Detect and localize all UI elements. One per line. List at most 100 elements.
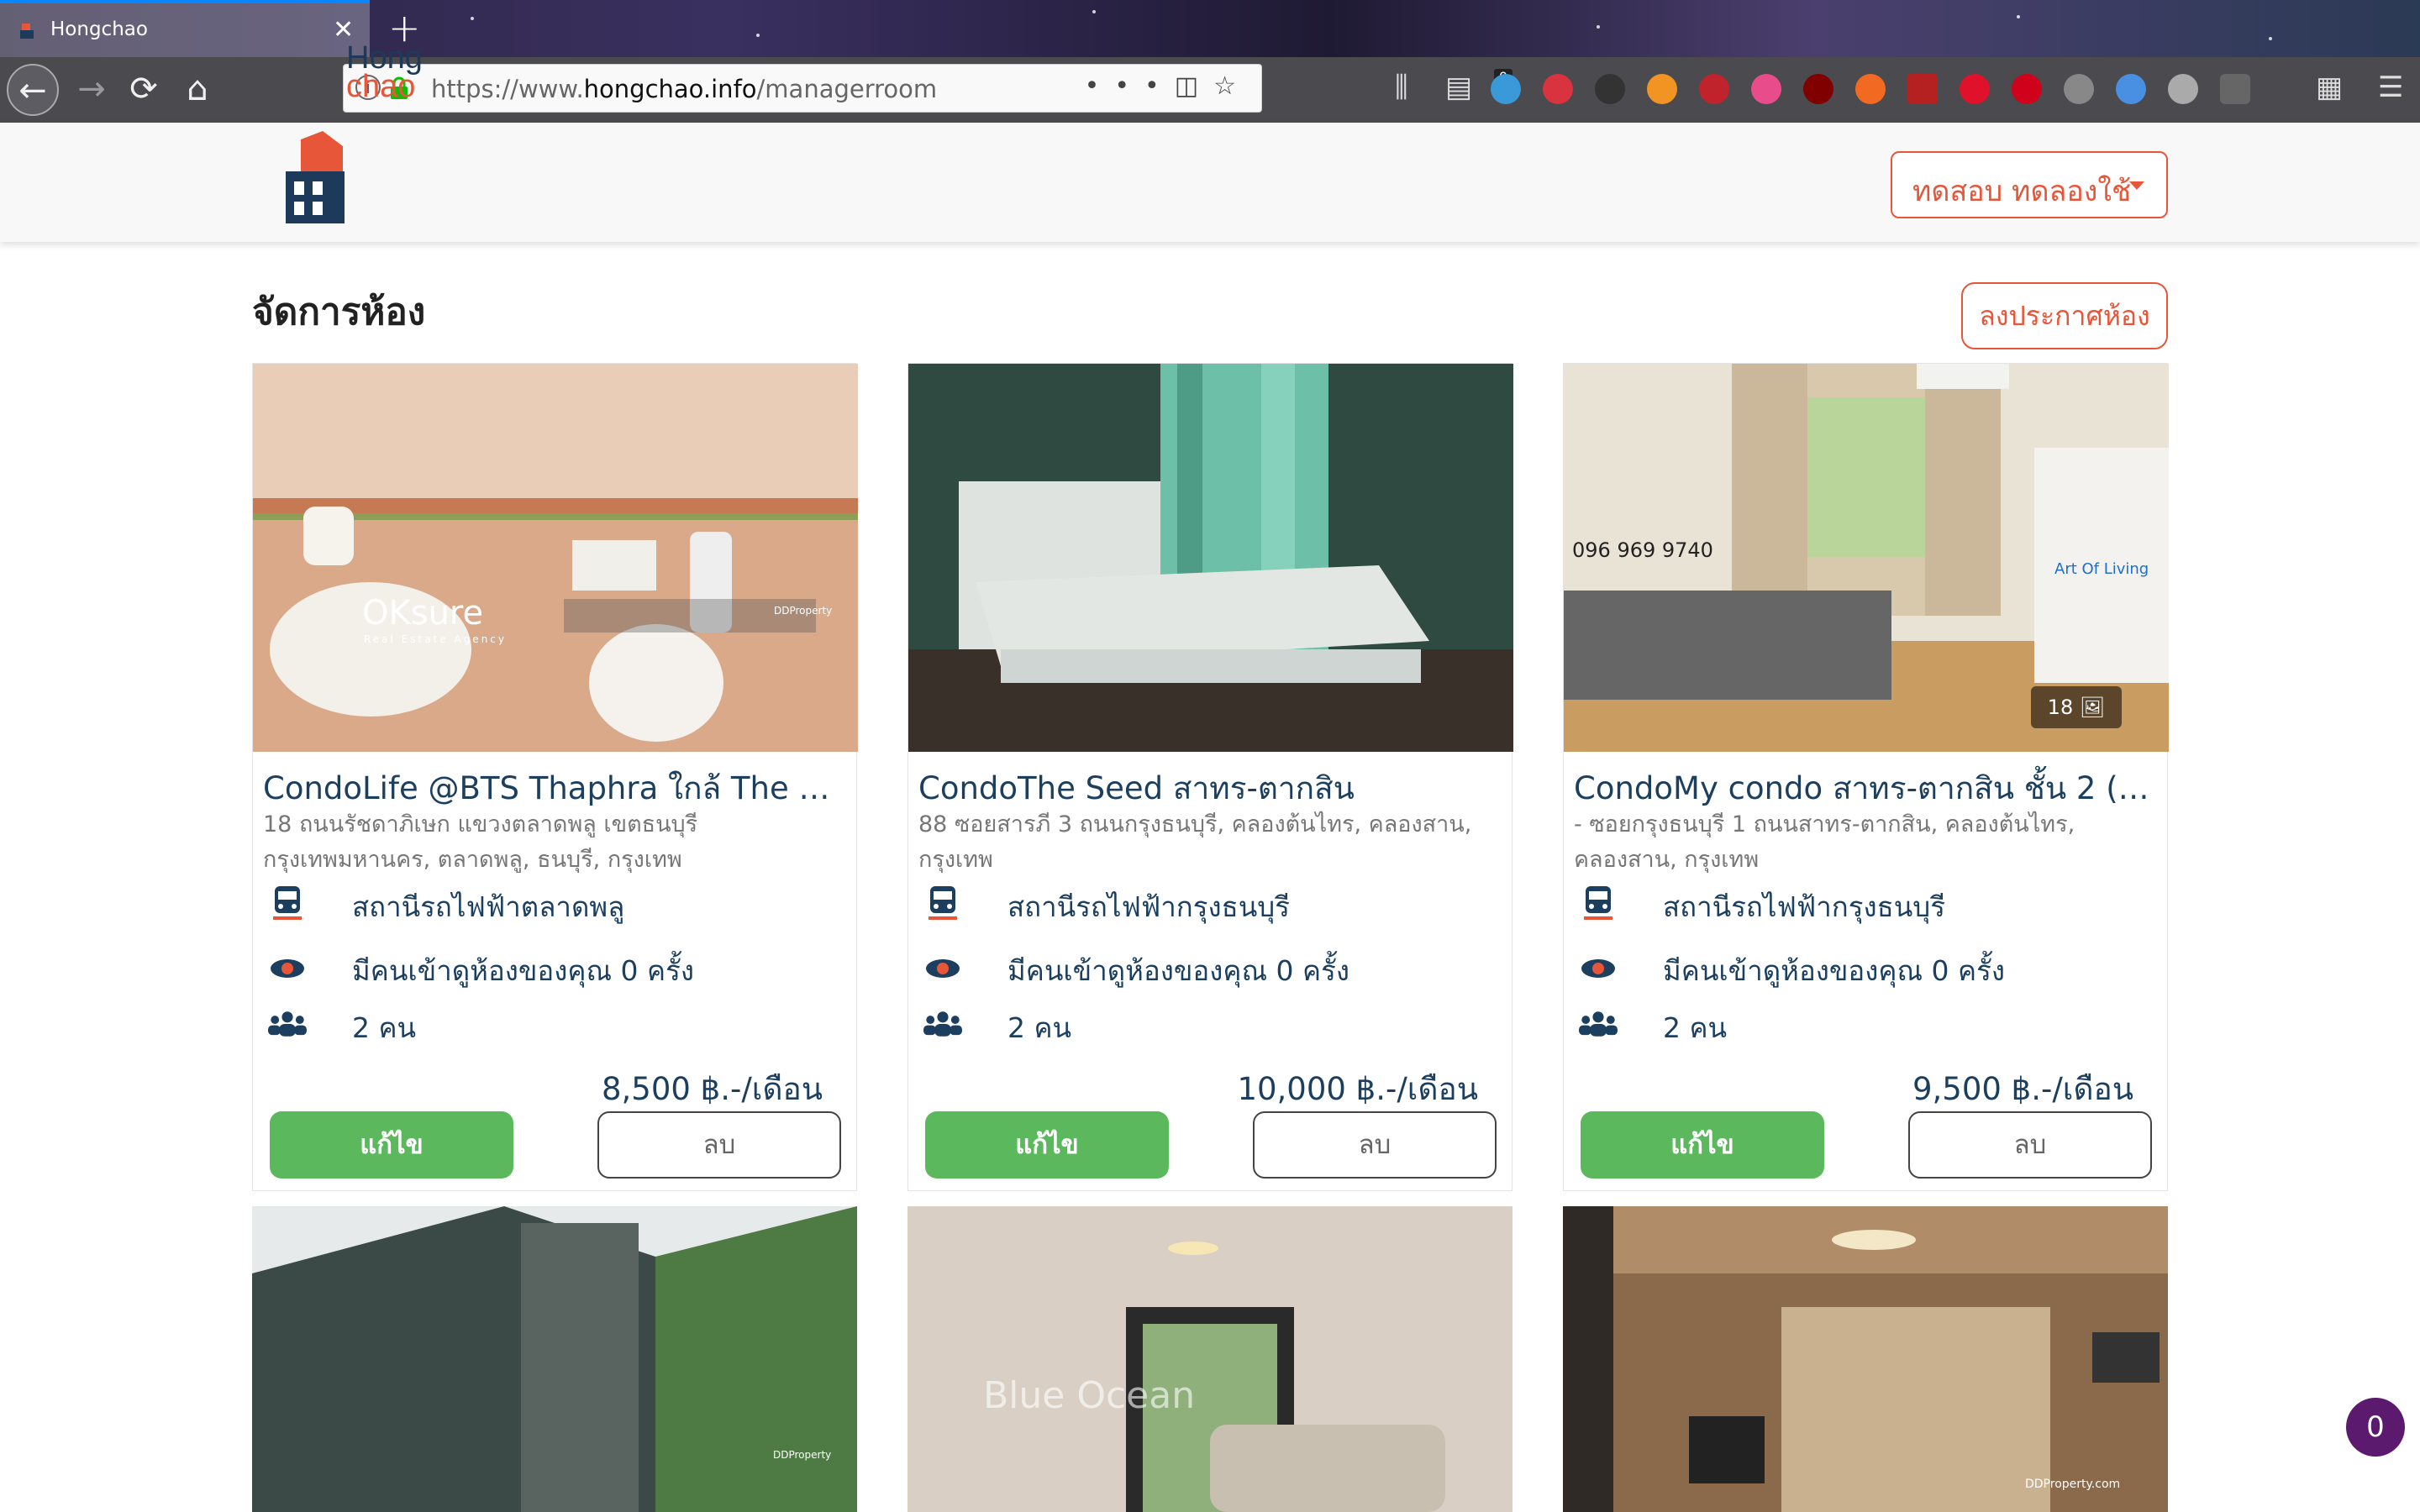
forward-icon[interactable]: → [66,64,118,116]
page-title: จัดการห้อง [252,291,426,333]
ddproperty-watermark: DDProperty [774,605,832,617]
room-photo[interactable]: DDProperty.com [1563,1206,2168,1512]
capacity: 2 คน [1663,1011,1728,1044]
extension-o-icon[interactable] [1960,74,1990,104]
url-domain: hongchao.info [583,75,757,103]
extension-orange-icon[interactable] [1647,74,1677,104]
apartment-photo: Blue Ocean [908,1206,1512,1512]
bookmark-star-icon[interactable]: ☆ [1213,71,1251,101]
home-icon[interactable]: ⌂ [171,64,224,116]
bg-star [1597,25,1600,29]
photo-count-badge[interactable]: 18 🖼 [2031,686,2122,728]
extension-dark-icon[interactable] [1595,74,1625,104]
site-favicon-icon [20,24,34,39]
train-icon [273,886,302,920]
room-photo[interactable] [908,364,1513,752]
room-title[interactable]: CondoMy condo สาทร-ตากสิน ชั้น 2 (AO... [1574,764,2159,813]
room-photo[interactable]: OKsure Real Estate Agency DDProperty [253,364,858,752]
room-price: 8,500 ฿.-/เดือน [602,1071,823,1107]
condo-interior-photo: DDProperty.com [1563,1206,2168,1512]
room-address: - ซอยกรุงธนบุรี 1 ถนนสาทร-ตากสิน, คลองต้… [1574,811,2075,873]
train-icon [929,886,957,920]
oksure-sub-watermark: Real Estate Agency [364,633,507,645]
room-title[interactable]: CondoLife @BTS Thaphra ใกล้ The Mall [263,764,848,813]
room-card: OKsure Real Estate Agency DDProperty Con… [252,363,858,1191]
room-card: CondoThe Seed สาทร-ตากสิน 88 ซอยสารภี 3 … [908,363,1513,1191]
edit-button[interactable]: แก้ไข [1581,1111,1824,1179]
github-icon[interactable] [2168,74,2198,104]
eye-icon [1581,959,1615,978]
ddproperty-watermark: DDProperty [773,1449,831,1461]
delete-button[interactable]: ลบ [1253,1111,1497,1179]
tab-title: Hongchao [50,18,148,40]
station-name: สถานีรถไฟฟ้ากรุงธนบุรี [1663,890,1945,923]
extension-heart-icon[interactable] [1751,74,1781,104]
building-photo: DDProperty [252,1206,857,1512]
room-photo[interactable]: 096 969 9740 Art Of Living 18 🖼 [1564,364,2169,752]
edit-button[interactable]: แก้ไข [270,1111,513,1179]
browser-tab-active[interactable]: Hongchao ✕ [0,0,370,57]
bg-star [2017,15,2020,18]
view-count: มีคนเข้าดูห้องของคุณ 0 ครั้ง [1007,954,1349,987]
address-bar[interactable]: i https://www.hongchao.info/managerroom … [343,64,1262,113]
hongchao-logo-icon[interactable] [282,131,425,232]
user-menu-dropdown[interactable]: ทดสอบ ทดลองใช้ [1891,151,2168,218]
room-card: 096 969 9740 Art Of Living 18 🖼 CondoMy … [1563,363,2169,1191]
delete-button[interactable]: ลบ [597,1111,841,1179]
ddproperty-watermark: DDProperty.com [2025,1478,2120,1491]
url-prefix: https://www. [431,75,584,103]
back-icon[interactable]: ← [7,64,59,116]
room-photo[interactable]: DDProperty [252,1206,857,1512]
extension-screenshot-icon[interactable] [2220,74,2250,104]
art-of-living-watermark: Art Of Living [2054,560,2149,578]
blue-ocean-watermark: Blue Ocean [983,1374,1195,1417]
bg-star [471,17,474,20]
capacity: 2 คน [1007,1011,1072,1044]
station-name: สถานีรถไฟฟ้ากรุงธนบุรี [1007,890,1290,923]
capacity: 2 คน [352,1011,417,1044]
block-icon[interactable] [2012,74,2042,104]
chat-widget-button[interactable]: 0 [2346,1398,2405,1457]
room-price: 9,500 ฿.-/เดือน [1912,1071,2133,1107]
bg-star [2269,37,2272,40]
bg-star [1092,10,1096,13]
pocket-icon[interactable]: ◫ [1175,71,1213,101]
post-room-button[interactable]: ลงประกาศห้อง [1961,282,2168,349]
adblock-icon[interactable] [1699,74,1729,104]
page-actions: •••◫☆ [1085,71,1251,101]
delete-button[interactable]: ลบ [1908,1111,2152,1179]
train-icon [1584,886,1612,920]
extension-red-icon[interactable] [1543,74,1573,104]
people-icon [1579,1011,1618,1037]
room-title[interactable]: CondoThe Seed สาทร-ตากสิน [918,764,1503,813]
bedroom-photo [908,364,1513,752]
phone-watermark: 096 969 9740 [1572,538,1713,562]
ublock-icon[interactable] [1803,74,1833,104]
image-icon: 🖼 [2079,696,2106,719]
reload-icon[interactable]: ⟳ [118,64,170,116]
extension-blue-icon[interactable] [1491,74,1521,104]
people-icon [268,1011,307,1037]
sidebar-icon[interactable]: ▤ [1445,71,1472,104]
caret-down-icon [2129,181,2144,190]
library-icon[interactable]: ⫼ [1395,71,1408,104]
menu-hamburger-icon[interactable]: ☰ [2378,71,2403,104]
page-actions-menu-icon[interactable]: ••• [1085,71,1175,101]
station-name: สถานีรถไฟฟ้าตลาดพลู [352,890,625,923]
people-icon [923,1011,962,1037]
url-text: https://www.hongchao.info/managerroom [431,75,937,103]
view-count: มีคนเข้าดูห้องของคุณ 0 ครั้ง [352,954,694,987]
oksure-watermark: OKsure [362,594,483,633]
extension-pen-icon[interactable] [2116,74,2146,104]
extension-hd-icon[interactable] [1907,74,1938,104]
eye-icon [926,959,960,978]
bg-star [756,34,760,37]
bathroom-photo: OKsure Real Estate Agency DDProperty [253,364,858,752]
extension-grid-icon[interactable]: ▦ [2316,71,2343,104]
room-price: 10,000 ฿.-/เดือน [1237,1071,1478,1107]
extension-star-icon[interactable] [1855,74,1886,104]
room-photo[interactable]: Blue Ocean [908,1206,1512,1512]
logo-text-chao: chao [346,69,416,104]
edit-button[interactable]: แก้ไข [925,1111,1169,1179]
extension-chat-icon[interactable] [2064,74,2094,104]
